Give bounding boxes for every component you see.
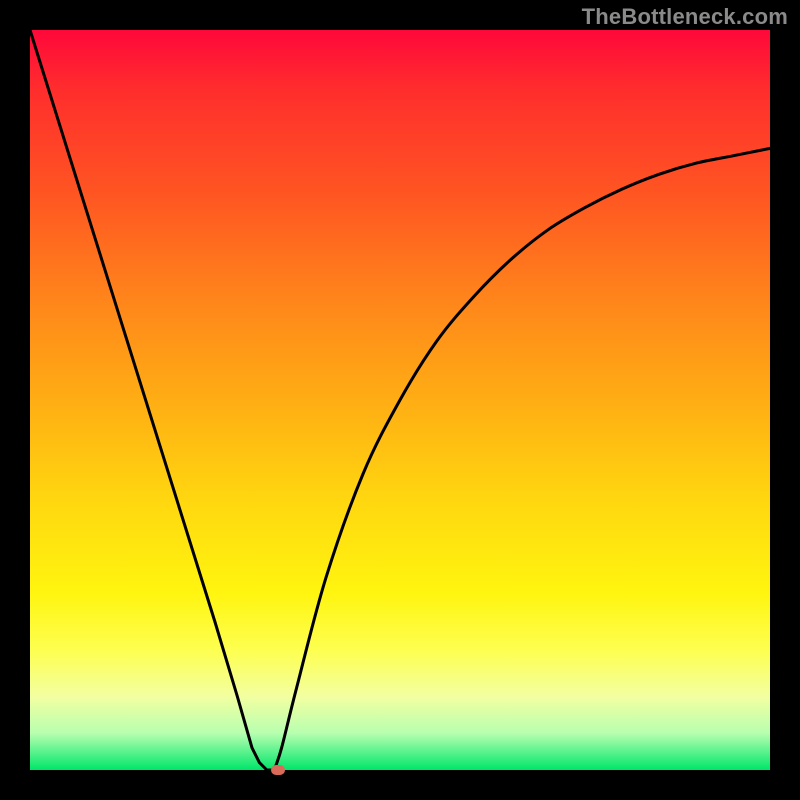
curve-svg	[30, 30, 770, 770]
bottleneck-marker	[271, 765, 285, 775]
chart-frame: TheBottleneck.com	[0, 0, 800, 800]
curve-right-branch	[274, 148, 770, 770]
watermark-text: TheBottleneck.com	[582, 4, 788, 30]
curve-left-branch	[30, 30, 267, 770]
plot-area	[30, 30, 770, 770]
